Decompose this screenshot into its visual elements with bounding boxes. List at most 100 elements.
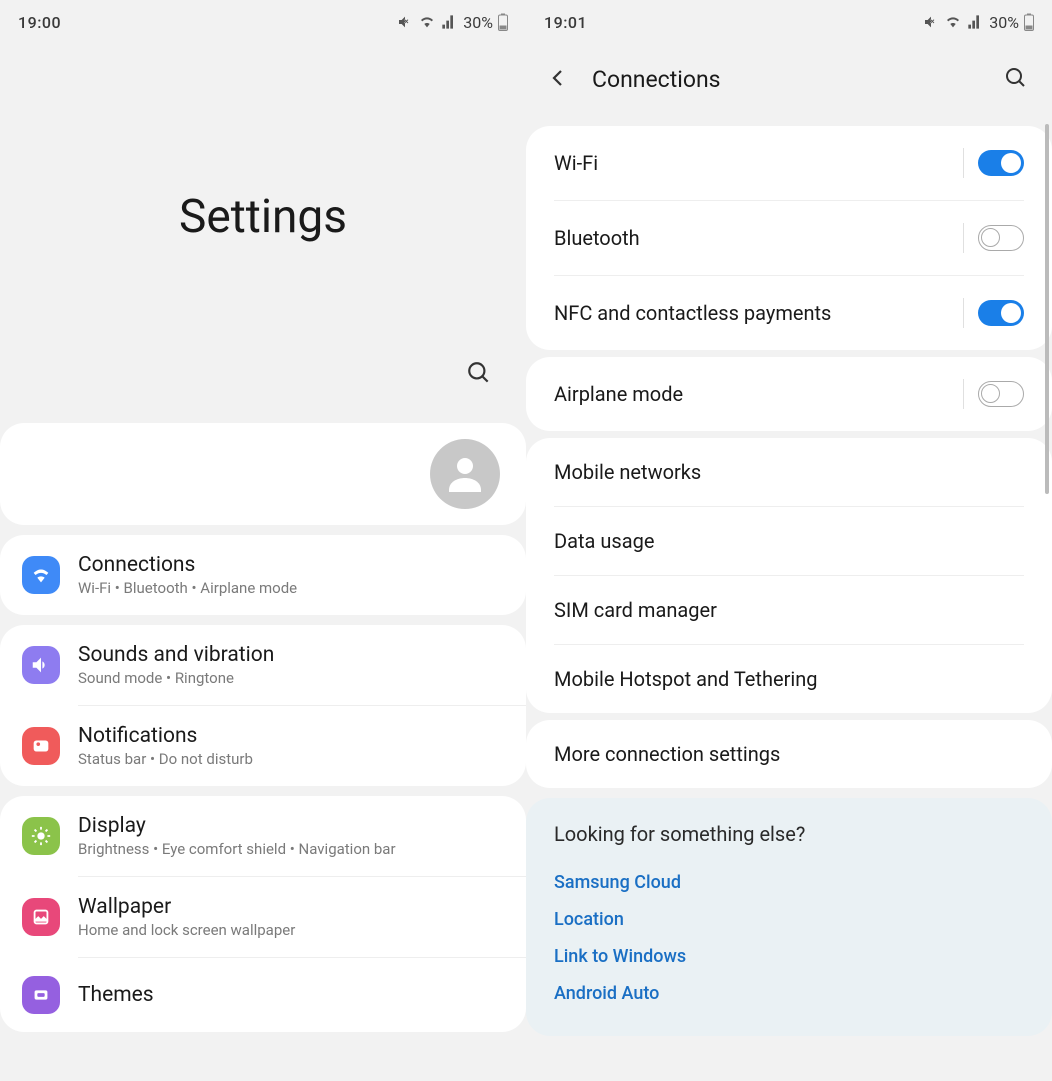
search-icon — [466, 360, 492, 386]
battery-percent: 30% — [989, 13, 1019, 32]
data-usage-row[interactable]: Data usage — [526, 507, 1052, 575]
toggle-wrap — [963, 379, 1024, 409]
back-button[interactable] — [538, 58, 578, 101]
setting-title: Connections — [78, 553, 504, 577]
suggest-link-windows[interactable]: Link to Windows — [554, 938, 1024, 975]
more-settings-row[interactable]: More connection settings — [526, 720, 1052, 788]
setting-display[interactable]: Display Brightness • Eye comfort shield … — [0, 796, 526, 876]
toggle-wrap — [963, 298, 1024, 328]
display-card: Display Brightness • Eye comfort shield … — [0, 796, 526, 1032]
row-label: Data usage — [554, 529, 1024, 553]
status-indicators: 30% — [397, 13, 508, 32]
setting-title: Notifications — [78, 724, 504, 748]
sim-manager-row[interactable]: SIM card manager — [526, 576, 1052, 644]
battery-icon — [1024, 13, 1034, 31]
mute-icon — [923, 14, 939, 30]
status-bar: 19:00 30% — [0, 0, 526, 40]
wifi-toggle[interactable] — [978, 150, 1024, 176]
search-icon — [1004, 66, 1028, 90]
bluetooth-toggle[interactable] — [978, 225, 1024, 251]
bluetooth-row[interactable]: Bluetooth — [526, 201, 1052, 275]
setting-title: Sounds and vibration — [78, 643, 504, 667]
setting-text: Connections Wi-Fi • Bluetooth • Airplane… — [78, 553, 504, 597]
notification-icon — [22, 727, 60, 765]
wifi-icon — [418, 14, 436, 30]
suggest-location[interactable]: Location — [554, 901, 1024, 938]
status-time: 19:00 — [18, 13, 61, 32]
airplane-label: Airplane mode — [554, 382, 963, 406]
nfc-toggle[interactable] — [978, 300, 1024, 326]
connections-header: Connections — [526, 40, 1052, 119]
wifi-label: Wi-Fi — [554, 151, 963, 175]
suggestions-card: Looking for something else? Samsung Clou… — [526, 798, 1052, 1036]
setting-connections[interactable]: Connections Wi-Fi • Bluetooth • Airplane… — [0, 535, 526, 615]
airplane-card: Airplane mode — [526, 357, 1052, 431]
toggle-separator — [963, 379, 964, 409]
setting-themes[interactable]: Themes — [0, 958, 526, 1032]
scrollbar[interactable] — [1045, 124, 1049, 494]
toggle-separator — [963, 148, 964, 178]
sounds-notifications-card: Sounds and vibration Sound mode • Ringto… — [0, 625, 526, 786]
setting-title: Wallpaper — [78, 895, 504, 919]
settings-hero: Settings — [0, 40, 526, 354]
setting-wallpaper[interactable]: Wallpaper Home and lock screen wallpaper — [0, 877, 526, 957]
row-label: SIM card manager — [554, 598, 1024, 622]
status-indicators: 30% — [923, 13, 1034, 32]
setting-subtitle: Status bar • Do not disturb — [78, 750, 504, 768]
more-card: More connection settings — [526, 720, 1052, 788]
nfc-row[interactable]: NFC and contactless payments — [526, 276, 1052, 350]
setting-subtitle: Home and lock screen wallpaper — [78, 921, 504, 939]
suggestions-title: Looking for something else? — [554, 822, 1024, 846]
setting-subtitle: Sound mode • Ringtone — [78, 669, 504, 687]
page-title: Connections — [592, 66, 984, 93]
mobile-networks-row[interactable]: Mobile networks — [526, 438, 1052, 506]
suggest-android-auto[interactable]: Android Auto — [554, 975, 1024, 1012]
status-time: 19:01 — [544, 13, 587, 32]
speaker-icon — [22, 646, 60, 684]
setting-title: Themes — [78, 983, 504, 1007]
setting-sounds[interactable]: Sounds and vibration Sound mode • Ringto… — [0, 625, 526, 705]
wifi-icon — [944, 14, 962, 30]
airplane-row[interactable]: Airplane mode — [526, 357, 1052, 431]
wifi-circle-icon — [22, 556, 60, 594]
suggest-samsung-cloud[interactable]: Samsung Cloud — [554, 864, 1024, 901]
battery-percent: 30% — [463, 13, 493, 32]
settings-screen: 19:00 30% Settings Connections Wi-Fi • — [0, 0, 526, 1081]
nfc-label: NFC and contactless payments — [554, 301, 963, 325]
themes-icon — [22, 976, 60, 1014]
setting-text: Display Brightness • Eye comfort shield … — [78, 814, 504, 858]
wifi-row[interactable]: Wi-Fi — [526, 126, 1052, 200]
toggle-wrap — [963, 223, 1024, 253]
toggle-wrap — [963, 148, 1024, 178]
setting-subtitle: Brightness • Eye comfort shield • Naviga… — [78, 840, 504, 858]
wallpaper-icon — [22, 898, 60, 936]
connections-card: Connections Wi-Fi • Bluetooth • Airplane… — [0, 535, 526, 615]
wireless-card: Wi-Fi Bluetooth NFC and contactless paym… — [526, 126, 1052, 350]
setting-text: Notifications Status bar • Do not distur… — [78, 724, 504, 768]
signal-icon — [441, 14, 457, 30]
row-label: Mobile Hotspot and Tethering — [554, 667, 1024, 691]
battery-icon — [498, 13, 508, 31]
toggle-separator — [963, 298, 964, 328]
chevron-left-icon — [546, 66, 570, 90]
setting-subtitle: Wi-Fi • Bluetooth • Airplane mode — [78, 579, 504, 597]
profile-card[interactable] — [0, 423, 526, 525]
mobile-card: Mobile networks Data usage SIM card mana… — [526, 438, 1052, 713]
hotspot-row[interactable]: Mobile Hotspot and Tethering — [526, 645, 1052, 713]
connections-screen: 19:01 30% Connections Wi-Fi Bluetooth — [526, 0, 1052, 1081]
bluetooth-label: Bluetooth — [554, 226, 963, 250]
signal-icon — [967, 14, 983, 30]
setting-title: Display — [78, 814, 504, 838]
airplane-toggle[interactable] — [978, 381, 1024, 407]
page-title: Settings — [0, 190, 526, 244]
setting-text: Sounds and vibration Sound mode • Ringto… — [78, 643, 504, 687]
search-row — [0, 354, 526, 413]
setting-text: Themes — [78, 983, 504, 1007]
toggle-separator — [963, 223, 964, 253]
avatar — [430, 439, 500, 509]
mute-icon — [397, 14, 413, 30]
search-button[interactable] — [460, 354, 498, 395]
search-button[interactable] — [998, 60, 1034, 99]
setting-notifications[interactable]: Notifications Status bar • Do not distur… — [0, 706, 526, 786]
row-label: More connection settings — [554, 742, 1024, 766]
